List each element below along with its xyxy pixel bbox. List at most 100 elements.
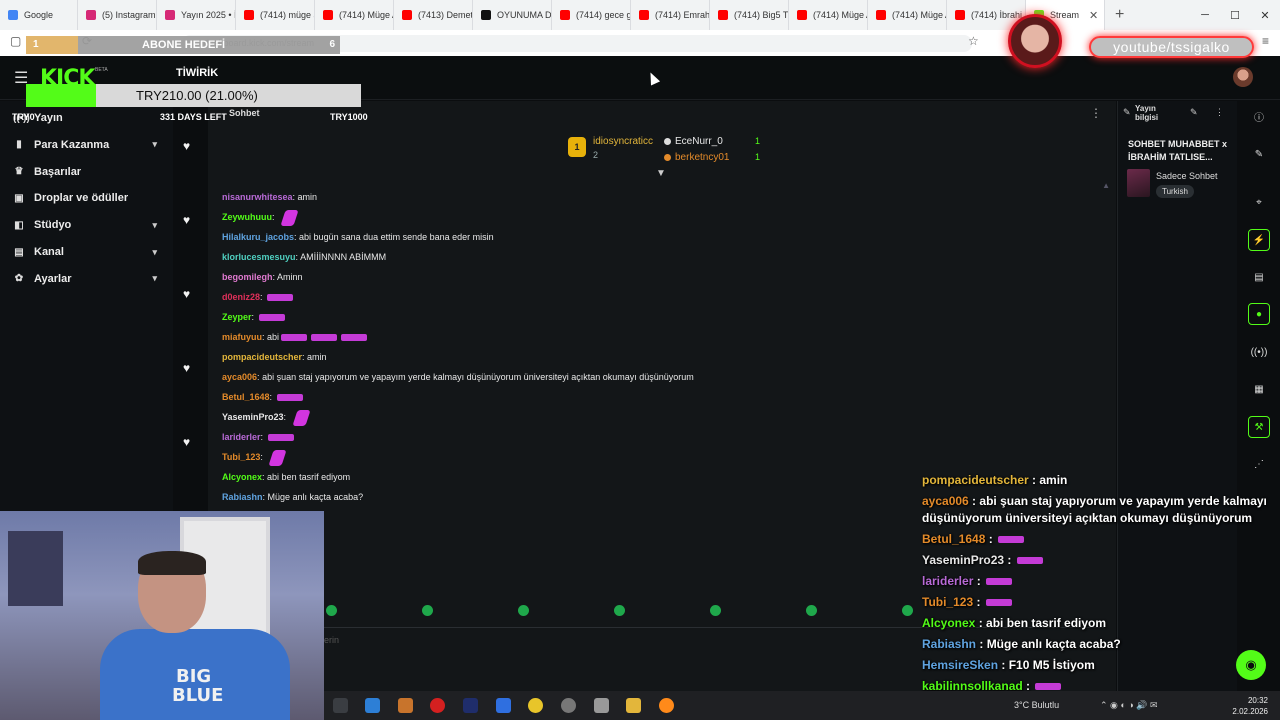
tab-label: (7414) Emrah [655,10,710,20]
info-icon[interactable]: ⓘ [1248,105,1270,127]
gifter-row[interactable]: EceNurr_0 1 [664,133,774,149]
sidebar-item[interactable]: ▮ Para Kazanma ▾ [0,132,173,158]
emote-icon[interactable] [806,605,817,616]
chat-username[interactable]: d0eniz28 [222,292,260,302]
emote-icon[interactable] [614,605,625,616]
heart-icon[interactable]: ♥ [183,435,190,449]
chat-username[interactable]: Tubi_123 [222,452,260,462]
chat-message: ayca006: abi şuan staj yapıyorum ve yapa… [222,367,1102,387]
crosshair-icon[interactable]: ⌖ [1248,191,1270,213]
app-icon[interactable] [594,698,609,713]
folder-icon[interactable] [626,698,641,713]
browser-tab[interactable]: Google [0,0,78,30]
browser-tab[interactable]: (7414) Müge A [868,0,947,30]
emote-icon[interactable] [422,605,433,616]
lightning-icon[interactable]: ⚡ [1248,229,1270,251]
browser-tab[interactable]: (7414) Emrah [631,0,710,30]
heart-icon[interactable]: ♥ [183,139,190,153]
store-icon[interactable] [365,698,380,713]
chevron-down-icon[interactable]: ▾ [152,220,157,231]
sidebar-item[interactable]: ◧ Stüdyo ▾ [0,212,173,238]
category-thumbnail[interactable] [1127,169,1150,197]
heart-icon[interactable]: ♥ [183,213,190,227]
firefox-icon[interactable] [659,698,674,713]
scroll-up-icon[interactable]: ▲ [1102,181,1110,190]
edit-icon[interactable]: ✎ [1190,107,1198,118]
gifter-row[interactable]: berketncy01 1 [664,149,774,165]
browser-tab[interactable]: Yayın 2025 • İr [157,0,236,30]
stream-category[interactable]: Sadece Sohbet [1156,171,1218,181]
maximize-icon[interactable]: ☐ [1220,0,1250,30]
tools-icon[interactable]: ⚒ [1248,416,1270,438]
tab-view-icon[interactable]: ▢ [10,34,21,48]
broadcast-icon[interactable]: ((•)) [1248,341,1270,363]
weather-widget[interactable]: 3°C Bulutlu [1014,700,1059,710]
app-icon[interactable] [496,698,511,713]
browser-tab[interactable]: OYUNUMA D [473,0,552,30]
panel-options-icon[interactable]: ⋮ [1215,107,1224,118]
layout-icon[interactable]: ▦ [1248,378,1270,400]
notes-icon[interactable]: ▤ [1248,266,1270,288]
chat-username[interactable]: lariderler [222,432,261,442]
pencil-icon[interactable]: ✎ [1248,143,1270,165]
heart-icon[interactable]: ♥ [183,361,190,375]
premiere-icon[interactable] [463,698,478,713]
bookmark-star-icon[interactable]: ☆ [968,34,979,48]
chat-bubble-icon[interactable]: ● [1248,303,1270,325]
tab-label: (7414) müge a [260,10,315,20]
tab-favicon-icon [481,10,491,20]
browser-menu-icon[interactable]: ≡ [1262,34,1269,48]
chat-message: nisanurwhitesea: amin [222,187,1102,207]
chat-username[interactable]: ayca006 [222,372,257,382]
chat-username[interactable]: Betul_1648 [222,392,270,402]
browser-tab[interactable]: (7414) Big5 Tü [710,0,789,30]
taskview-icon[interactable] [333,698,348,713]
chevron-down-icon[interactable]: ▾ [152,139,157,150]
more-options-icon[interactable]: ⋮ [1090,106,1102,120]
chrome-icon[interactable] [528,698,543,713]
emote-icon[interactable] [710,605,721,616]
heart-icon[interactable]: ♥ [183,287,190,301]
new-tab-icon[interactable]: + [1115,6,1124,24]
sidebar-item[interactable]: ✿ Ayarlar ▾ [0,266,173,292]
obs-icon[interactable] [561,698,576,713]
close-tab-icon[interactable]: ✕ [1089,9,1098,22]
chat-input[interactable]: erin [324,635,339,645]
app-icon[interactable] [398,698,413,713]
browser-tab[interactable]: (7414) müge a [236,0,315,30]
chat-username[interactable]: Zeyper [222,312,252,322]
emote-icon[interactable] [518,605,529,616]
top-gifter-name[interactable]: idiosyncraticc [593,136,653,147]
chat-username[interactable]: Zeywuhuuu [222,212,272,222]
chevron-down-icon[interactable]: ▾ [152,247,157,258]
browser-tab[interactable]: (7414) Müge A [315,0,394,30]
tray-icons[interactable]: ⌃ ◉ ◐ ◑ 🔊 ✉ [1100,700,1158,711]
chat-username[interactable]: Alcyonex [222,472,262,482]
browser-tab[interactable]: (7413) Demet [394,0,473,30]
opera-icon[interactable] [430,698,445,713]
sidebar-item[interactable]: ▣ Droplar ve ödüller [0,185,173,211]
chat-username[interactable]: YaseminPro23 [222,412,284,422]
filter-icon[interactable]: ▼ [656,168,666,179]
emote-icon[interactable] [326,605,337,616]
sidebar-item[interactable]: ▤ Kanal ▾ [0,239,173,265]
chat-username[interactable]: Hilalkuru_jacobs [222,232,294,242]
tab-label: Stream [1050,10,1080,20]
chat-username[interactable]: Rabiashn [222,492,263,502]
chevron-down-icon[interactable]: ▾ [152,273,157,284]
minimize-icon[interactable]: ─ [1190,0,1220,30]
sidebar-item[interactable]: ♛ Başarılar [0,159,173,185]
clock[interactable]: 20:32 2.02.2026 [1232,695,1268,717]
chat-username[interactable]: pompacideutscher [222,352,302,362]
chat-username[interactable]: klorlucesmesuyu [222,252,296,262]
browser-tab[interactable]: (7414) Müge A [789,0,868,30]
emote-icon[interactable] [902,605,913,616]
chat-username[interactable]: nisanurwhitesea [222,192,293,202]
browser-tab[interactable]: (5) Instagram [78,0,157,30]
browser-tab[interactable]: (7414) gece g [552,0,631,30]
chat-username[interactable]: begomilegh [222,272,273,282]
chat-username[interactable]: miafuyuu [222,332,262,342]
tip-goal-footer: TRY0 331 DAYS LEFT TRY1000 [12,112,368,124]
user-avatar[interactable] [1233,67,1253,87]
close-window-icon[interactable]: ✕ [1250,0,1280,30]
